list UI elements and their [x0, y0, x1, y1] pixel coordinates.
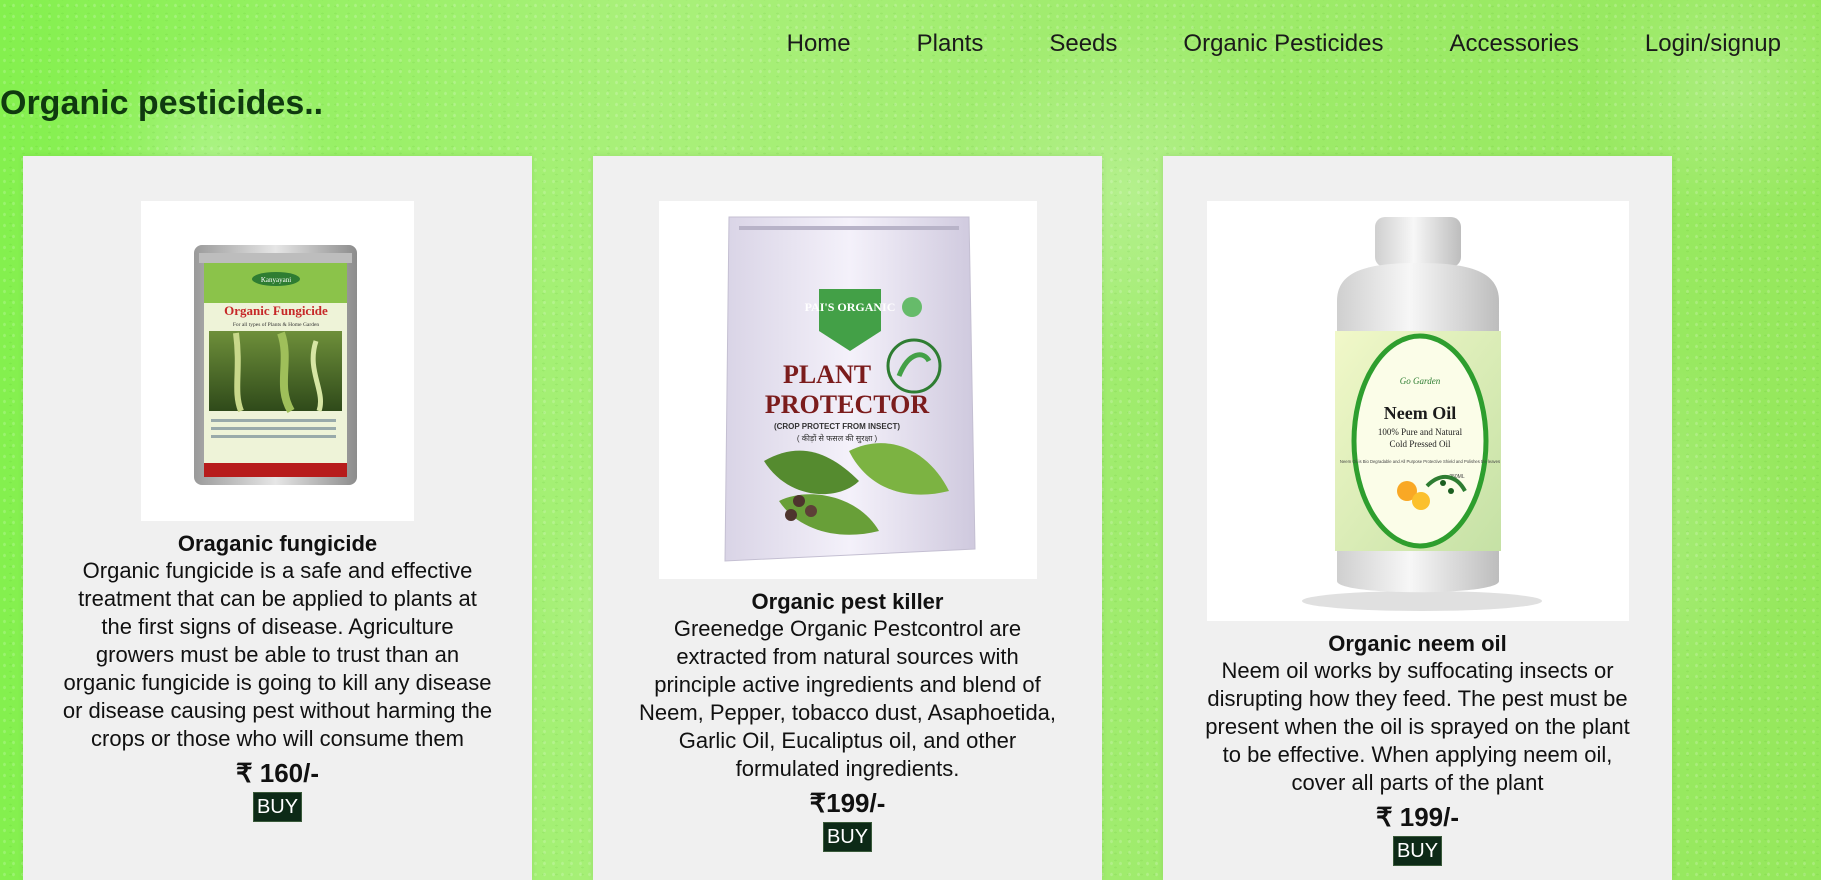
product-image-neem-oil[interactable]: Go Garden Neem Oil 100% Pure and Natural… [1206, 201, 1629, 621]
svg-text:Kanyayani: Kanyayani [261, 276, 291, 284]
product-price: ₹ 199/- [1375, 802, 1460, 832]
product-name: Organic pest killer [751, 589, 944, 614]
svg-text:For all types of Plants & Home: For all types of Plants & Home Garden [233, 321, 320, 328]
svg-text:Neem Oil: Neem Oil [1383, 403, 1455, 423]
product-price: ₹ 160/- [235, 758, 320, 788]
main-nav: Home Plants Seeds Organic Pesticides Acc… [721, 28, 1781, 60]
product-card-fungicide: Kanyayani Organic Fungicide For all type… [23, 156, 532, 880]
svg-text:PROTECTOR: PROTECTOR [764, 390, 928, 419]
product-image-pest-killer[interactable]: PAI'S ORGANIC PLANT PROTECTOR (CROP PROT… [658, 201, 1037, 579]
nav-login-signup[interactable]: Login/signup [1645, 28, 1781, 60]
fungicide-package-image: Kanyayani Organic Fungicide For all type… [194, 245, 357, 485]
svg-text:PAI'S ORGANIC: PAI'S ORGANIC [804, 300, 895, 314]
buy-button[interactable]: BUY [252, 792, 303, 822]
svg-text:PLANT: PLANT [782, 360, 870, 389]
neem-oil-bottle-image: Go Garden Neem Oil 100% Pure and Natural… [1301, 217, 1542, 611]
product-image-fungicide[interactable]: Kanyayani Organic Fungicide For all type… [141, 201, 414, 521]
pest-killer-package-image: PAI'S ORGANIC PLANT PROTECTOR (CROP PROT… [723, 216, 976, 562]
nav-organic-pesticides[interactable]: Organic Pesticides [1183, 28, 1383, 60]
svg-text:(CROP PROTECT FROM INSECT): (CROP PROTECT FROM INSECT) [773, 422, 899, 431]
product-name: Organic neem oil [1328, 631, 1507, 656]
svg-text:100% Pure and Natural: 100% Pure and Natural [1377, 427, 1462, 437]
nav-seeds[interactable]: Seeds [1049, 28, 1117, 60]
product-description: Greenedge Organic Pestcontrol are extrac… [638, 616, 1057, 781]
nav-plants[interactable]: Plants [917, 28, 984, 60]
nav-accessories[interactable]: Accessories [1450, 28, 1579, 60]
product-description: Organic fungicide is a safe and effectiv… [62, 558, 493, 751]
svg-text:Cold Pressed Oil: Cold Pressed Oil [1389, 439, 1451, 449]
svg-text:Organic Fungicide: Organic Fungicide [224, 303, 328, 318]
product-card-neem-oil: Go Garden Neem Oil 100% Pure and Natural… [1163, 156, 1672, 880]
svg-text:Neem Oil is Bio Degradable and: Neem Oil is Bio Degradable and All Purpo… [1339, 459, 1499, 464]
product-description: Neem oil works by suffocating insects or… [1205, 658, 1630, 795]
buy-button[interactable]: BUY [1392, 836, 1443, 866]
product-price: ₹199/- [809, 788, 886, 818]
product-card-pest-killer: PAI'S ORGANIC PLANT PROTECTOR (CROP PROT… [593, 156, 1102, 880]
buy-button[interactable]: BUY [822, 822, 873, 852]
nav-home[interactable]: Home [787, 28, 851, 60]
product-name: Oraganic fungicide [177, 531, 378, 556]
svg-text:Go Garden: Go Garden [1399, 376, 1440, 386]
svg-text:( कीड़ों से फसल की सुरक्षा ): ( कीड़ों से फसल की सुरक्षा ) [796, 433, 877, 444]
page-title: Organic pesticides.. [0, 84, 324, 122]
